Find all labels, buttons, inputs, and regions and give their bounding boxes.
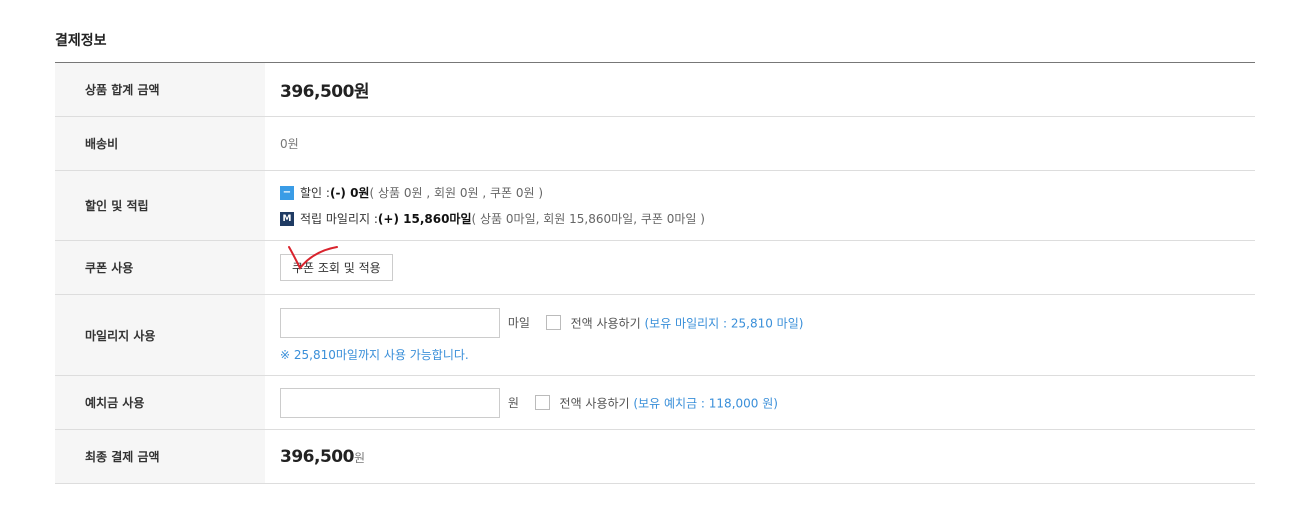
deposit-input[interactable] [280,387,500,418]
deposit-use-all-label[interactable]: 전액 사용하기 [560,396,630,410]
mileage-unit: 마일 [507,316,530,330]
deposit-label: 예치금 사용 [55,375,265,430]
discount-prefix: 할인 : [300,185,330,200]
mileage-holding: (보유 마일리지 : 25,810 마일) [644,316,804,330]
row-deposit: 예치금 사용 원 전액 사용하기 (보유 예치금 : 118,000 원) [55,375,1255,430]
mileage-prefix: 적립 마일리지 : [300,211,378,226]
row-discount: 할인 및 적립 − 할인 : (-) 0원 ( 상품 0원 , 회원 0원 , … [55,170,1255,241]
row-coupon: 쿠폰 사용 쿠폰 조회 및 적용 [55,240,1255,295]
discount-amount: (-) 0원 [329,185,370,200]
mileage-label: 마일리지 사용 [55,294,265,376]
mileage-icon: M [280,211,294,226]
discount-line: − 할인 : (-) 0원 ( 상품 0원 , 회원 0원 , 쿠폰 0원 ) [280,183,1255,203]
product-total-label: 상품 합계 금액 [55,62,265,117]
mileage-input[interactable] [280,307,500,338]
row-product-total: 상품 합계 금액 396,500원 [55,62,1255,117]
mileage-amount: (+) 15,860마일 [377,211,472,226]
mileage-earn-line: M 적립 마일리지 : (+) 15,860마일 ( 상품 0마일, 회원 15… [280,209,1255,229]
row-mileage: 마일리지 사용 마일 전액 사용하기 (보유 마일리지 : 25,810 마일)… [55,294,1255,376]
final-total-unit: 원 [353,450,365,465]
final-total-label: 최종 결제 금액 [55,429,265,484]
mileage-detail: ( 상품 0마일, 회원 15,860마일, 쿠폰 0마일 ) [471,211,705,226]
mileage-use-all-checkbox[interactable] [545,315,561,330]
deposit-holding: (보유 예치금 : 118,000 원) [633,396,778,410]
shipping-value: 0원 [280,137,299,151]
mileage-note: ※ 25,810마일까지 사용 가능합니다. [280,347,469,362]
deposit-use-all-checkbox[interactable] [534,395,550,410]
discount-label: 할인 및 적립 [55,170,265,241]
red-checkmark-icon [288,246,338,270]
minus-icon: − [280,185,294,200]
row-shipping: 배송비 0원 [55,116,1255,171]
section-title: 결제정보 [55,33,107,49]
product-total-value: 396,500원 [280,82,370,102]
coupon-label: 쿠폰 사용 [55,240,265,295]
shipping-label: 배송비 [55,116,265,171]
deposit-unit: 원 [507,396,519,410]
final-total-value: 396,500 [280,446,354,467]
discount-detail: ( 상품 0원 , 회원 0원 , 쿠폰 0원 ) [369,185,544,200]
payment-info-section: 결제정보 상품 합계 금액 396,500원 배송비 0원 할인 및 적립 − … [0,0,1310,521]
payment-table: 상품 합계 금액 396,500원 배송비 0원 할인 및 적립 − 할인 : … [55,62,1255,484]
row-final-total: 최종 결제 금액 396,500원 [55,429,1255,484]
mileage-use-all-label[interactable]: 전액 사용하기 [571,316,641,330]
